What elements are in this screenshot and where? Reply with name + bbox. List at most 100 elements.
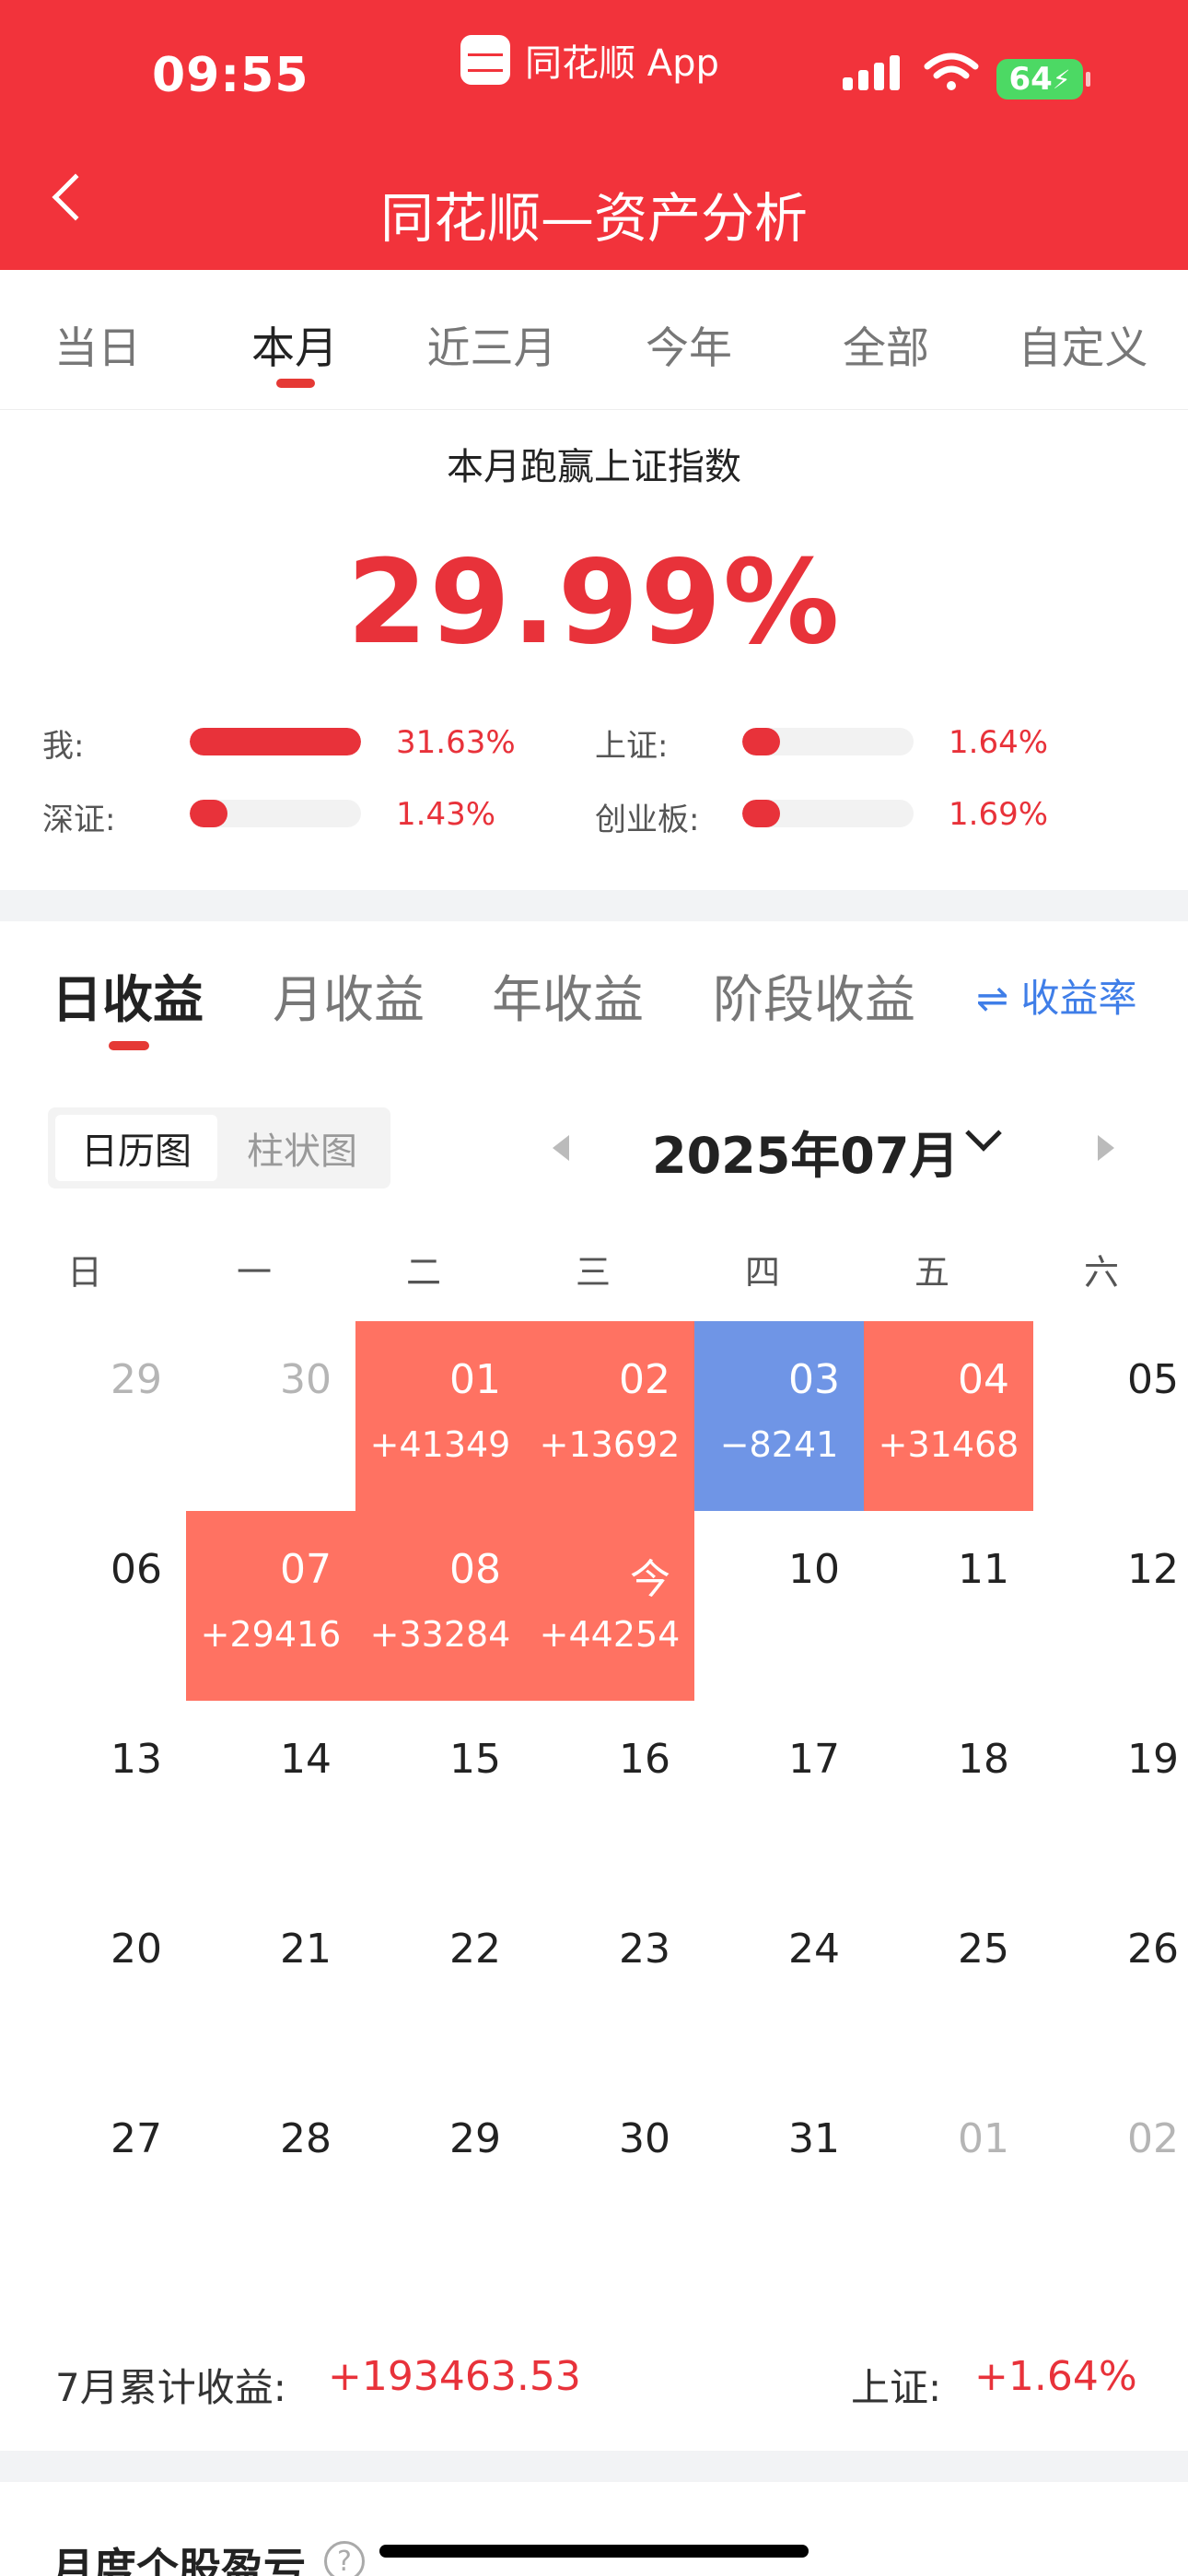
calendar-day-cell[interactable]: 今 +44254 bbox=[525, 1511, 694, 1701]
status-time: 09:55 bbox=[152, 48, 309, 103]
calendar-day-number: 17 bbox=[788, 1736, 840, 1783]
status-app-indicator[interactable]: 同花顺 App bbox=[460, 33, 719, 87]
battery-level: 64 bbox=[1008, 61, 1053, 98]
calendar-day-cell[interactable]: 30 bbox=[186, 1321, 355, 1511]
app-header: 09:55 同花顺 App 64 ⚡ 同花顺—资产分析 bbox=[0, 0, 1188, 270]
calendar-day-cell[interactable]: 16 bbox=[525, 1701, 694, 1891]
calendar-day-cell[interactable]: 19 bbox=[1033, 1701, 1188, 1891]
weekday-label: 日 bbox=[66, 1252, 102, 1293]
calendar-day-cell[interactable]: 07 +29416 bbox=[186, 1511, 355, 1701]
cmp-bar-chinext bbox=[742, 800, 914, 827]
calendar-day-cell[interactable]: 12 bbox=[1033, 1511, 1188, 1701]
calendar-day-number: 12 bbox=[1127, 1546, 1179, 1593]
calendar-day-cell[interactable]: 15 bbox=[355, 1701, 525, 1891]
calendar-day-number: 19 bbox=[1127, 1736, 1179, 1783]
chevron-down-icon[interactable] bbox=[965, 1115, 1002, 1152]
cmp-value-mine: 31.63% bbox=[396, 724, 516, 761]
calendar-view-button[interactable]: 日历图 bbox=[55, 1115, 217, 1181]
calendar-day-number: 28 bbox=[280, 2115, 332, 2162]
calendar-day-cell[interactable]: 05 bbox=[1033, 1321, 1188, 1511]
page: 09:55 同花顺 App 64 ⚡ 同花顺—资产分析 当日 本月 近三月 今年 … bbox=[0, 0, 1188, 2576]
calendar-day-cell[interactable]: 18 bbox=[864, 1701, 1033, 1891]
tab-active-indicator bbox=[276, 379, 315, 388]
tab-this-year[interactable]: 今年 bbox=[597, 312, 781, 376]
cumulative-label: 7月累计收益: bbox=[55, 2365, 286, 2410]
calendar-day-pnl: +29416 bbox=[200, 1614, 342, 1655]
tab-yearly-income[interactable]: 年收益 bbox=[492, 958, 644, 1032]
calendar-day-cell[interactable]: 04 +31468 bbox=[864, 1321, 1033, 1511]
weekday-label: 六 bbox=[1083, 1252, 1119, 1293]
weekday-label: 三 bbox=[575, 1252, 611, 1293]
calendar-day-number: 11 bbox=[958, 1546, 1009, 1593]
tab-today[interactable]: 当日 bbox=[6, 312, 190, 376]
tab-monthly-income[interactable]: 月收益 bbox=[273, 958, 425, 1032]
calendar-day-pnl: +13692 bbox=[539, 1424, 681, 1465]
calendar-day-number: 23 bbox=[619, 1926, 670, 1973]
calendar-day-cell[interactable]: 01 +41349 bbox=[355, 1321, 525, 1511]
help-icon[interactable]: ? bbox=[324, 2541, 365, 2576]
calendar-day-cell[interactable]: 28 bbox=[186, 2080, 355, 2270]
comparison-bar-fill bbox=[742, 728, 780, 755]
weekday-label: 二 bbox=[405, 1252, 441, 1293]
comparison-bar-fill bbox=[190, 800, 227, 827]
prev-month-icon[interactable] bbox=[553, 1135, 569, 1161]
cmp-bar-shanghai bbox=[742, 728, 914, 755]
weekday-label: 一 bbox=[236, 1252, 272, 1293]
calendar-day-cell[interactable]: 23 bbox=[525, 1891, 694, 2080]
cmp-label-shanghai: 上证: bbox=[595, 728, 669, 765]
tab-three-months[interactable]: 近三月 bbox=[400, 312, 584, 376]
calendar-day-number: 26 bbox=[1127, 1926, 1179, 1973]
rate-toggle-button[interactable]: ⇌ 收益率 bbox=[976, 967, 1137, 1024]
calendar-day-cell[interactable]: 03 −8241 bbox=[694, 1321, 864, 1511]
calendar-day-number: 02 bbox=[619, 1356, 670, 1403]
calendar-day-number: 今 bbox=[630, 1556, 670, 1603]
calendar-day-cell[interactable]: 02 +13692 bbox=[525, 1321, 694, 1511]
calendar-day-cell[interactable]: 27 bbox=[17, 2080, 186, 2270]
calendar-day-cell[interactable]: 30 bbox=[525, 2080, 694, 2270]
cmp-value-chinext: 1.69% bbox=[949, 796, 1049, 833]
weekday-label: 四 bbox=[744, 1252, 780, 1293]
tab-this-month[interactable]: 本月 bbox=[203, 312, 387, 376]
calendar-day-cell[interactable]: 24 bbox=[694, 1891, 864, 2080]
calendar-day-cell[interactable]: 11 bbox=[864, 1511, 1033, 1701]
comparison-bar-fill bbox=[190, 728, 361, 755]
calendar-day-cell[interactable]: 06 bbox=[17, 1511, 186, 1701]
cmp-value-shenzhen: 1.43% bbox=[396, 796, 496, 833]
calendar-day-cell[interactable]: 21 bbox=[186, 1891, 355, 2080]
calendar-day-number: 15 bbox=[449, 1736, 501, 1783]
calendar-day-cell[interactable]: 31 bbox=[694, 2080, 864, 2270]
tab-all[interactable]: 全部 bbox=[794, 312, 978, 376]
calendar-day-cell[interactable]: 17 bbox=[694, 1701, 864, 1891]
calendar-day-cell[interactable]: 26 bbox=[1033, 1891, 1188, 2080]
next-month-icon[interactable] bbox=[1098, 1135, 1114, 1161]
calendar-day-number: 20 bbox=[111, 1926, 162, 1973]
bar-view-button[interactable]: 柱状图 bbox=[221, 1115, 383, 1181]
calendar-day-number: 14 bbox=[280, 1736, 332, 1783]
calendar-day-cell[interactable]: 22 bbox=[355, 1891, 525, 2080]
calendar-day-cell[interactable]: 13 bbox=[17, 1701, 186, 1891]
calendar-day-cell[interactable]: 20 bbox=[17, 1891, 186, 2080]
calendar-day-cell[interactable]: 10 bbox=[694, 1511, 864, 1701]
view-toggle: 日历图 柱状图 bbox=[48, 1107, 390, 1188]
calendar-day-number: 30 bbox=[280, 1356, 332, 1403]
tab-custom[interactable]: 自定义 bbox=[991, 312, 1175, 376]
calendar-day-cell[interactable]: 14 bbox=[186, 1701, 355, 1891]
calendar-day-cell[interactable]: 02 bbox=[1033, 2080, 1188, 2270]
calendar-day-number: 07 bbox=[280, 1546, 332, 1593]
calendar-day-cell[interactable]: 25 bbox=[864, 1891, 1033, 2080]
period-tabs: 当日 本月 近三月 今年 全部 自定义 bbox=[0, 270, 1188, 410]
calendar-day-number: 10 bbox=[788, 1546, 840, 1593]
calendar-day-pnl: +44254 bbox=[539, 1614, 681, 1655]
calendar-day-cell[interactable]: 01 bbox=[864, 2080, 1033, 2270]
calendar-day-number: 21 bbox=[280, 1926, 332, 1973]
calendar-day-number: 24 bbox=[788, 1926, 840, 1973]
calendar-day-pnl: −8241 bbox=[719, 1424, 839, 1465]
home-indicator bbox=[379, 2545, 809, 2558]
calendar-day-cell[interactable]: 29 bbox=[355, 2080, 525, 2270]
calendar-day-cell[interactable]: 29 bbox=[17, 1321, 186, 1511]
calendar-day-cell[interactable]: 08 +33284 bbox=[355, 1511, 525, 1701]
month-label[interactable]: 2025年07月 bbox=[652, 1115, 959, 1188]
tab-daily-income[interactable]: 日收益 bbox=[52, 958, 204, 1032]
tab-period-income[interactable]: 阶段收益 bbox=[713, 958, 915, 1032]
wifi-icon bbox=[924, 53, 979, 90]
